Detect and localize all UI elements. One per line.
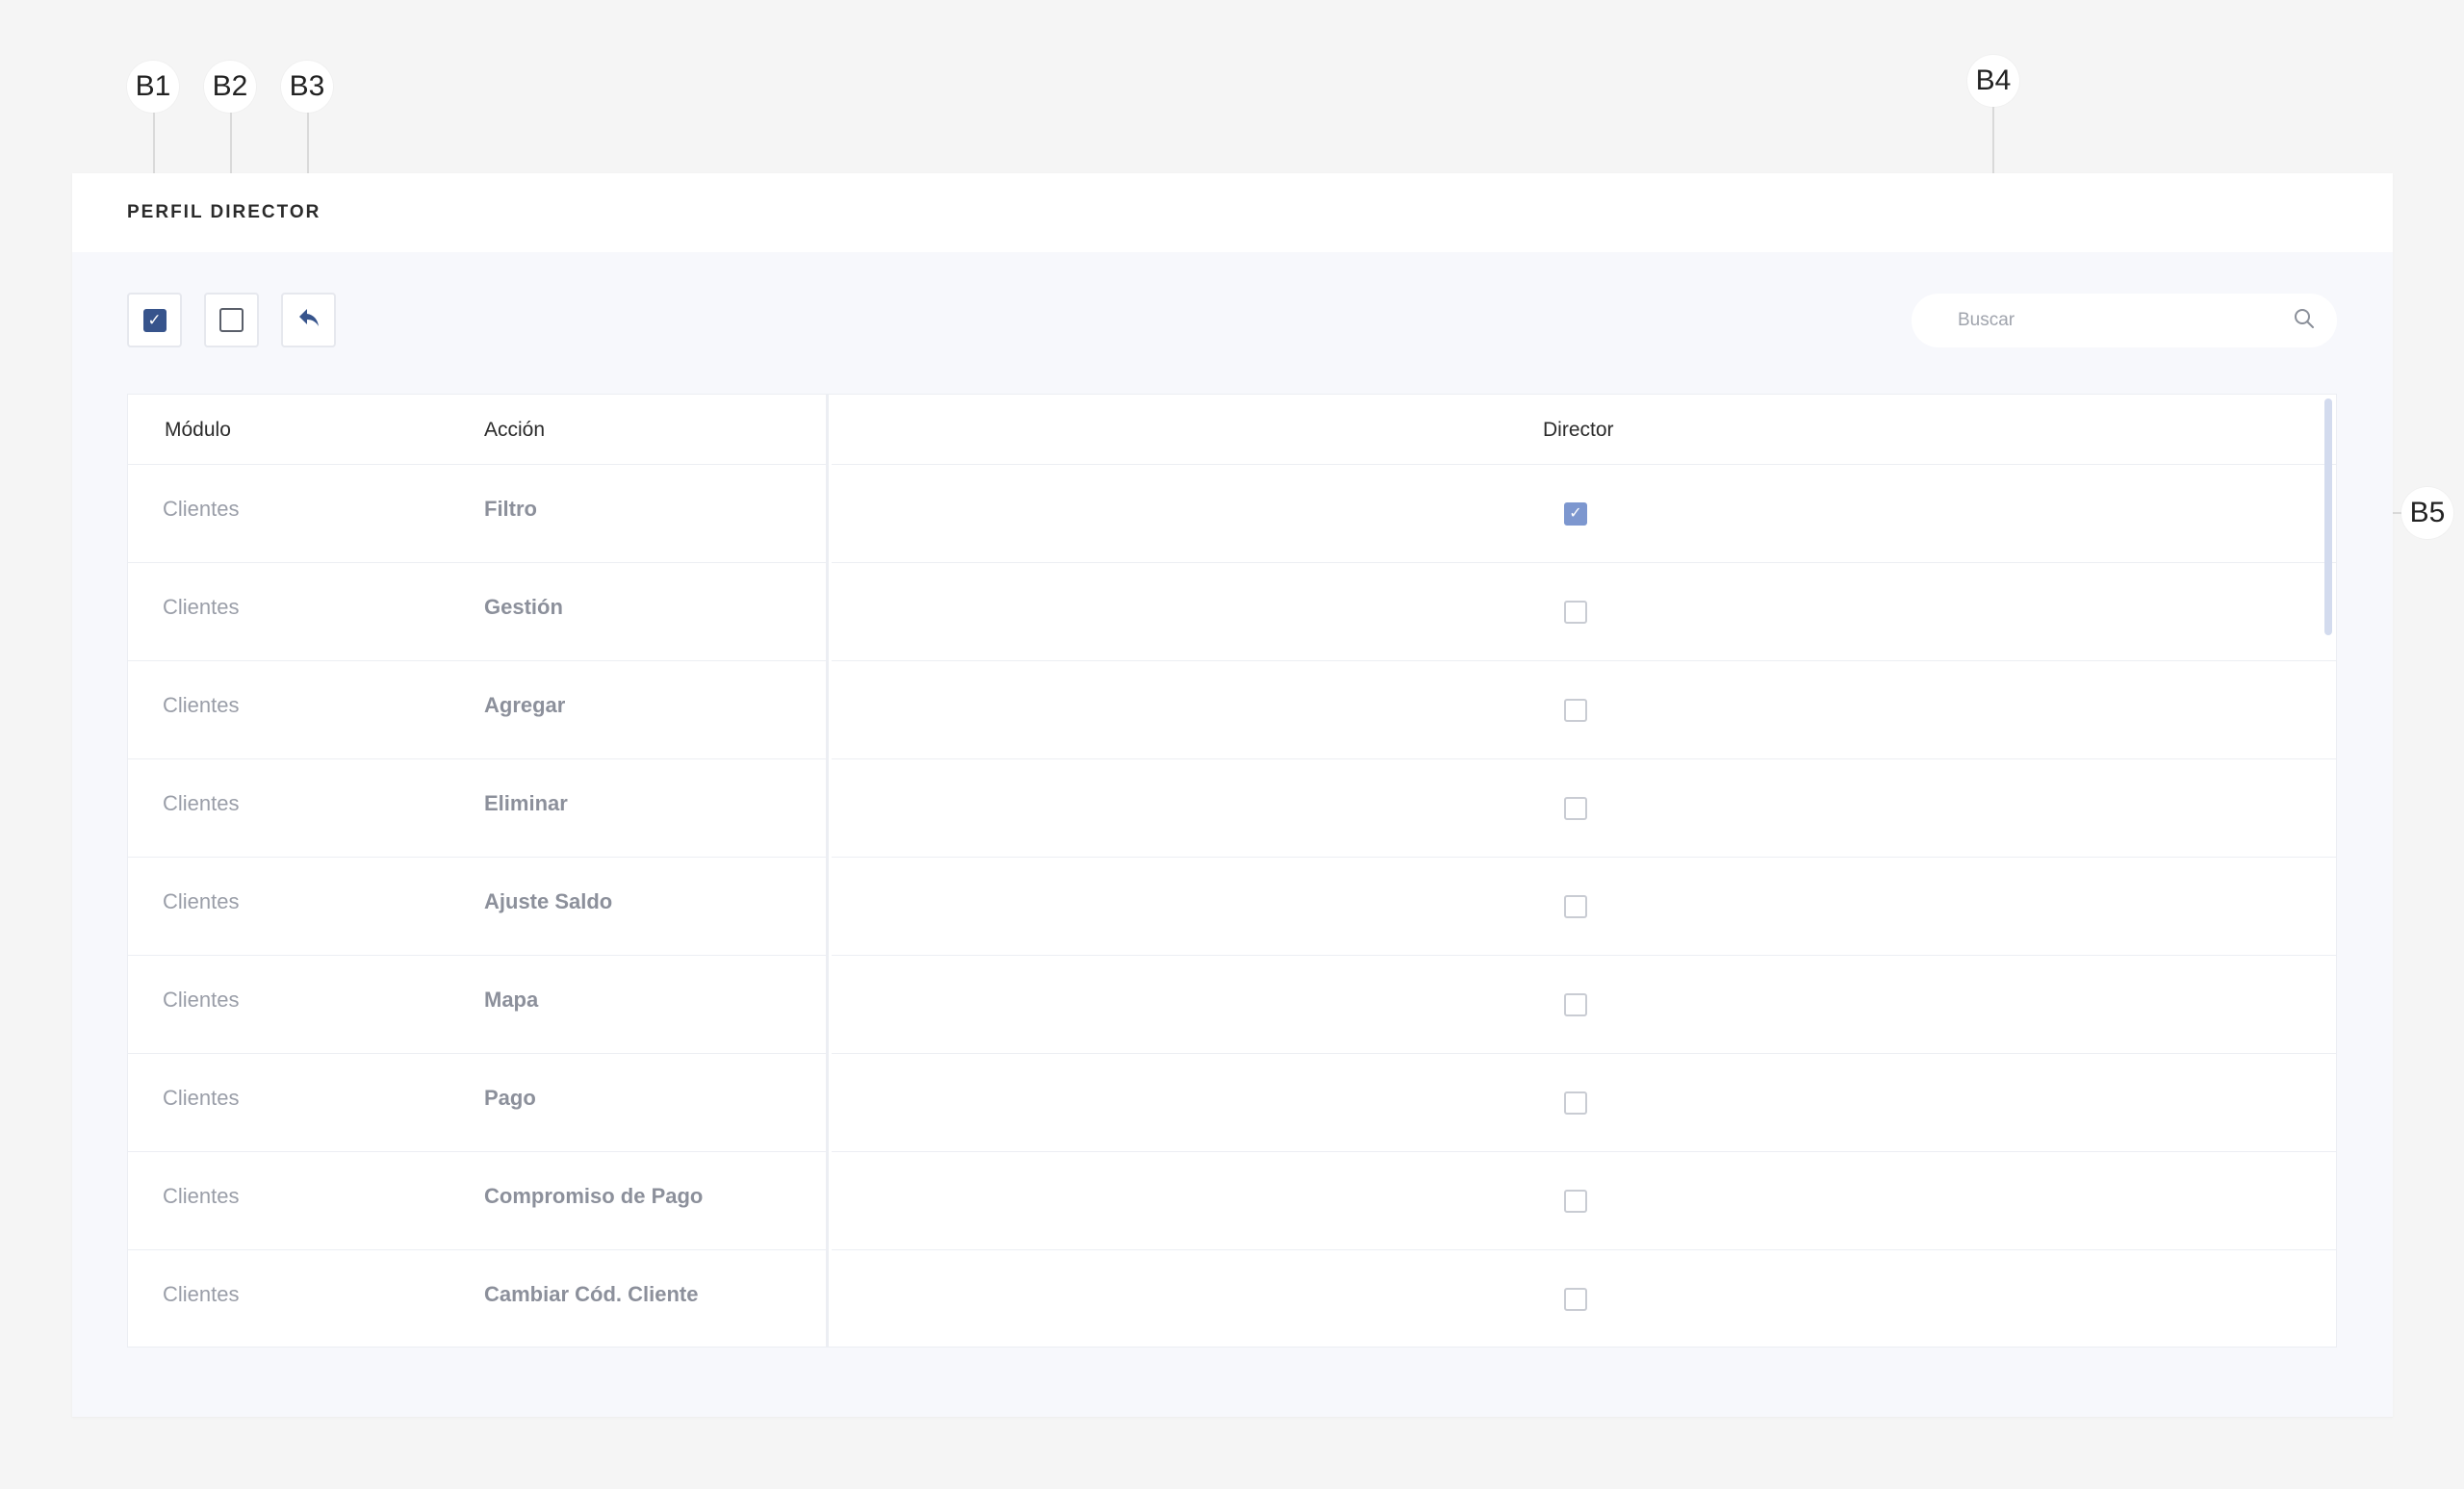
table-row: Clientes Pago <box>128 1054 826 1152</box>
table-row <box>832 661 2336 759</box>
module-cell: Clientes <box>163 1184 240 1208</box>
table-body-right: ✓ <box>832 465 2336 1347</box>
table-row <box>832 759 2336 858</box>
search-input[interactable] <box>1958 310 2293 331</box>
table-right-pane: Director ✓ <box>832 395 2336 1347</box>
table-row: Clientes Ajuste Saldo <box>128 858 826 956</box>
director-permission-checkbox[interactable]: ✓ <box>1564 501 1587 526</box>
director-permission-checkbox[interactable] <box>1564 600 1587 624</box>
table-row <box>832 956 2336 1054</box>
table-row <box>832 563 2336 661</box>
table-row: Clientes Mapa <box>128 956 826 1054</box>
table-left-pane: Módulo Acción Clientes Filtro Clientes Gest… <box>128 395 829 1347</box>
search-icon[interactable] <box>2293 307 2316 335</box>
action-cell: Pago <box>484 1086 536 1110</box>
action-cell: Filtro <box>484 497 537 521</box>
action-cell: Compromiso de Pago <box>484 1184 704 1208</box>
director-permission-cell <box>1564 661 1587 758</box>
director-permission-checkbox[interactable] <box>1564 796 1587 820</box>
module-cell: Clientes <box>163 1282 240 1306</box>
module-cell: Clientes <box>163 988 240 1012</box>
table-row: Clientes Agregar <box>128 661 826 759</box>
table-header-left: Módulo Acción <box>128 395 826 465</box>
action-cell: Ajuste Saldo <box>484 889 613 913</box>
table-row: Clientes Cambiar Cód. Cliente <box>128 1250 826 1347</box>
table-row: ✓ <box>832 465 2336 563</box>
director-permission-checkbox[interactable] <box>1564 894 1587 918</box>
director-permission-cell <box>1564 1152 1587 1249</box>
table-header-right: Director <box>832 395 2336 465</box>
reply-arrow-icon <box>297 307 321 333</box>
module-cell: Clientes <box>163 791 240 815</box>
card-header: PERFIL DIRECTOR <box>72 173 2393 252</box>
table-body-left: Clientes Filtro Clientes Gestión Clientes Agr… <box>128 465 826 1347</box>
director-permission-cell <box>1564 1250 1587 1347</box>
director-permission-cell <box>1564 858 1587 955</box>
table-row <box>832 1250 2336 1347</box>
header-module: Módulo <box>165 418 231 441</box>
table-row <box>832 1152 2336 1250</box>
module-cell: Clientes <box>163 497 240 521</box>
director-permission-cell <box>1564 956 1587 1053</box>
module-cell: Clientes <box>163 889 240 913</box>
director-permission-checkbox[interactable] <box>1564 992 1587 1016</box>
header-director: Director <box>1543 418 1614 441</box>
checkbox-empty-icon <box>219 308 244 332</box>
profile-card: PERFIL DIRECTOR ✓ Módulo Acción Clien <box>72 173 2393 1417</box>
callout-b2: B2 <box>204 61 256 113</box>
select-all-button[interactable]: ✓ <box>127 293 182 347</box>
action-cell: Eliminar <box>484 791 568 815</box>
table-row <box>832 858 2336 956</box>
table-row: Clientes Eliminar <box>128 759 826 858</box>
page-title: PERFIL DIRECTOR <box>127 202 321 222</box>
director-permission-cell <box>1564 1054 1587 1151</box>
search-box[interactable] <box>1912 294 2337 347</box>
header-action: Acción <box>484 418 546 441</box>
permissions-table: Módulo Acción Clientes Filtro Clientes Gest… <box>127 394 2337 1348</box>
action-cell: Gestión <box>484 595 563 619</box>
vertical-scrollbar[interactable] <box>2324 398 2332 635</box>
action-cell: Cambiar Cód. Cliente <box>484 1282 699 1306</box>
deselect-all-button[interactable] <box>204 293 259 347</box>
director-permission-cell <box>1564 759 1587 857</box>
checkbox-checked-icon: ✓ <box>142 308 167 332</box>
callout-b1: B1 <box>127 61 179 113</box>
table-row: Clientes Filtro <box>128 465 826 563</box>
table-row: Clientes Gestión <box>128 563 826 661</box>
action-cell: Agregar <box>484 693 566 717</box>
back-button[interactable] <box>281 293 336 347</box>
director-permission-checkbox[interactable] <box>1564 1287 1587 1311</box>
callout-b4: B4 <box>1967 55 2019 107</box>
table-row <box>832 1054 2336 1152</box>
director-permission-checkbox[interactable] <box>1564 1091 1587 1115</box>
module-cell: Clientes <box>163 693 240 717</box>
action-cell: Mapa <box>484 988 539 1012</box>
callout-b5: B5 <box>2401 487 2453 539</box>
director-permission-cell: ✓ <box>1564 465 1587 562</box>
director-permission-checkbox[interactable] <box>1564 698 1587 722</box>
table-row: Clientes Compromiso de Pago <box>128 1152 826 1250</box>
module-cell: Clientes <box>163 595 240 619</box>
director-permission-checkbox[interactable] <box>1564 1189 1587 1213</box>
module-cell: Clientes <box>163 1086 240 1110</box>
callout-b3: B3 <box>281 61 333 113</box>
director-permission-cell <box>1564 563 1587 660</box>
